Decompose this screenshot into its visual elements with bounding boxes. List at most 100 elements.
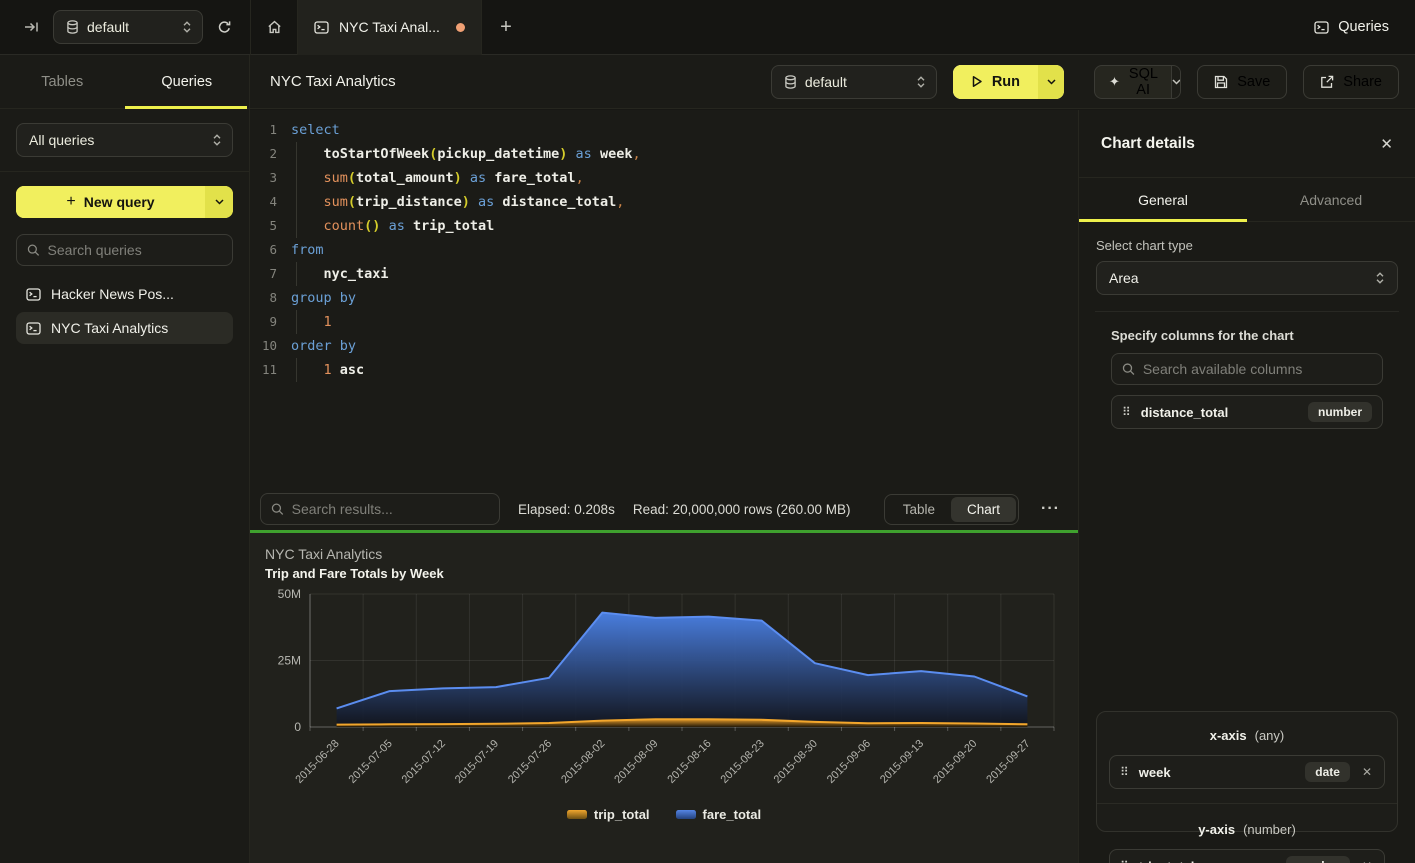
- results-search-input[interactable]: [292, 501, 489, 517]
- query-search-input[interactable]: [48, 242, 222, 258]
- code-line[interactable]: 10order by: [250, 334, 1078, 358]
- query-list-item[interactable]: Hacker News Pos...: [16, 278, 233, 310]
- axes-card: x-axis(any) ⠿weekdate✕ y-axis(number) ⠿t…: [1096, 711, 1398, 832]
- line-number: 6: [250, 238, 290, 262]
- svg-text:2015-08-16: 2015-08-16: [665, 738, 713, 786]
- remove-column-button[interactable]: ✕: [1360, 859, 1374, 863]
- save-button[interactable]: Save: [1197, 65, 1287, 99]
- chart-details-panel: Chart details ✕ General Advanced Select …: [1078, 110, 1415, 863]
- code-line[interactable]: 1select: [250, 118, 1078, 142]
- chart-type-select[interactable]: Area: [1096, 261, 1398, 295]
- collapse-sidebar-button[interactable]: [20, 16, 43, 38]
- query-list-item[interactable]: NYC Taxi Analytics: [16, 312, 233, 344]
- code-line[interactable]: 7 nyc_taxi: [250, 262, 1078, 286]
- new-query-button[interactable]: +New query: [16, 186, 233, 218]
- chevron-down-icon: [1172, 79, 1181, 85]
- svg-text:2015-09-13: 2015-09-13: [878, 738, 926, 786]
- columns-search: [1111, 353, 1383, 385]
- chart-legend: trip_total fare_total: [250, 807, 1078, 822]
- column-pill-trip_total[interactable]: ⠿trip_totalnumber✕: [1109, 849, 1385, 863]
- code-line[interactable]: 8group by: [250, 286, 1078, 310]
- y-axis-title: y-axis: [1198, 822, 1235, 837]
- sql-ai-button[interactable]: ✦ SQL AI: [1094, 65, 1181, 99]
- sql-editor[interactable]: 1select2 toStartOfWeek(pickup_datetime) …: [250, 110, 1078, 488]
- search-icon: [271, 502, 284, 516]
- svg-text:2015-08-23: 2015-08-23: [719, 738, 767, 786]
- chart-type-label: Select chart type: [1096, 238, 1398, 253]
- share-button[interactable]: Share: [1303, 65, 1399, 99]
- database-selector-value: default: [87, 19, 129, 35]
- code-text: order by: [290, 334, 356, 358]
- legend-item-fare_total[interactable]: fare_total: [676, 807, 762, 822]
- code-line[interactable]: 3 sum(total_amount) as fare_total,: [250, 166, 1078, 190]
- y-axis-header: y-axis(number): [1109, 818, 1385, 839]
- x-axis-columns: ⠿weekdate✕: [1109, 755, 1385, 789]
- queries-filter-select[interactable]: All queries: [16, 123, 233, 157]
- tabstrip: NYC Taxi Anal... +: [250, 0, 530, 55]
- code-text: toStartOfWeek(pickup_datetime) as week,: [290, 142, 641, 166]
- code-line[interactable]: 4 sum(trip_distance) as distance_total,: [250, 190, 1078, 214]
- column-name: week: [1139, 765, 1171, 780]
- chart-subtitle: Trip and Fare Totals by Week: [265, 566, 444, 581]
- code-line[interactable]: 11 1 asc: [250, 358, 1078, 382]
- drag-handle-icon[interactable]: ⠿: [1122, 405, 1131, 419]
- column-pill-distance_total[interactable]: ⠿distance_totalnumber: [1111, 395, 1383, 429]
- column-type-badge: number: [1308, 402, 1372, 422]
- view-tab-chart[interactable]: Chart: [951, 497, 1016, 522]
- code-line[interactable]: 5 count() as trip_total: [250, 214, 1078, 238]
- line-number: 11: [250, 358, 290, 382]
- run-database-selector[interactable]: default: [771, 65, 937, 99]
- legend-item-trip_total[interactable]: trip_total: [567, 807, 650, 822]
- x-axis-title: x-axis: [1210, 728, 1247, 743]
- results-more-button[interactable]: ···: [1037, 498, 1064, 520]
- database-selector[interactable]: default: [53, 10, 203, 44]
- code-line[interactable]: 2 toStartOfWeek(pickup_datetime) as week…: [250, 142, 1078, 166]
- home-icon: [267, 20, 282, 34]
- refresh-button[interactable]: [213, 16, 236, 39]
- new-query-dropdown[interactable]: [205, 186, 233, 218]
- chart-details-tabs: General Advanced: [1079, 178, 1415, 222]
- terminal-icon: [26, 322, 41, 335]
- query-item-label: NYC Taxi Analytics: [51, 320, 168, 336]
- query-tab-nyc-taxi[interactable]: NYC Taxi Anal...: [298, 0, 482, 55]
- drag-handle-icon[interactable]: ⠿: [1120, 765, 1129, 779]
- drag-handle-icon[interactable]: ⠿: [1120, 859, 1129, 863]
- sidebar-tab-queries[interactable]: Queries: [125, 55, 250, 108]
- sidebar-tabs: Tables Queries: [0, 55, 249, 109]
- query-title: NYC Taxi Analytics: [270, 73, 396, 90]
- sparkle-icon: ✦: [1109, 74, 1120, 90]
- code-text: sum(trip_distance) as distance_total,: [290, 190, 624, 214]
- code-text: sum(total_amount) as fare_total,: [290, 166, 584, 190]
- chevron-down-icon: [1047, 79, 1056, 85]
- terminal-icon: [26, 288, 41, 301]
- run-options-dropdown[interactable]: [1038, 65, 1064, 99]
- sql-ai-dropdown[interactable]: [1171, 66, 1181, 98]
- home-tab[interactable]: [250, 0, 298, 55]
- code-line[interactable]: 9 1: [250, 310, 1078, 334]
- topbar-right: Queries: [1314, 19, 1415, 35]
- sidebar: Tables Queries All queries +New query Ha…: [0, 55, 250, 863]
- code-line[interactable]: 6from: [250, 238, 1078, 262]
- run-database-value: default: [805, 74, 847, 90]
- queries-panel-label: Queries: [1338, 19, 1389, 35]
- run-button[interactable]: Run: [953, 65, 1064, 99]
- column-pill-week[interactable]: ⠿weekdate✕: [1109, 755, 1385, 789]
- remove-column-button[interactable]: ✕: [1360, 765, 1374, 779]
- close-button[interactable]: ✕: [1380, 135, 1393, 153]
- tab-general[interactable]: General: [1079, 178, 1247, 221]
- queries-panel-button[interactable]: Queries: [1314, 19, 1389, 35]
- topbar: default NYC Taxi Anal... + Queries: [0, 0, 1415, 55]
- topbar-left: default: [0, 10, 250, 44]
- view-switcher: Table Chart: [884, 494, 1019, 525]
- view-tab-table[interactable]: Table: [887, 497, 951, 522]
- terminal-icon: [1314, 21, 1329, 34]
- tab-advanced[interactable]: Advanced: [1247, 178, 1415, 221]
- area-chart[interactable]: 025M50M2015-06-282015-07-052015-07-12201…: [250, 583, 1078, 820]
- sidebar-tab-tables[interactable]: Tables: [0, 55, 125, 108]
- columns-search-input[interactable]: [1143, 361, 1372, 377]
- code-text: group by: [290, 286, 356, 310]
- chevron-down-icon: [215, 199, 224, 205]
- new-tab-button[interactable]: +: [482, 0, 530, 55]
- svg-text:50M: 50M: [278, 587, 301, 601]
- code-text: nyc_taxi: [290, 262, 389, 286]
